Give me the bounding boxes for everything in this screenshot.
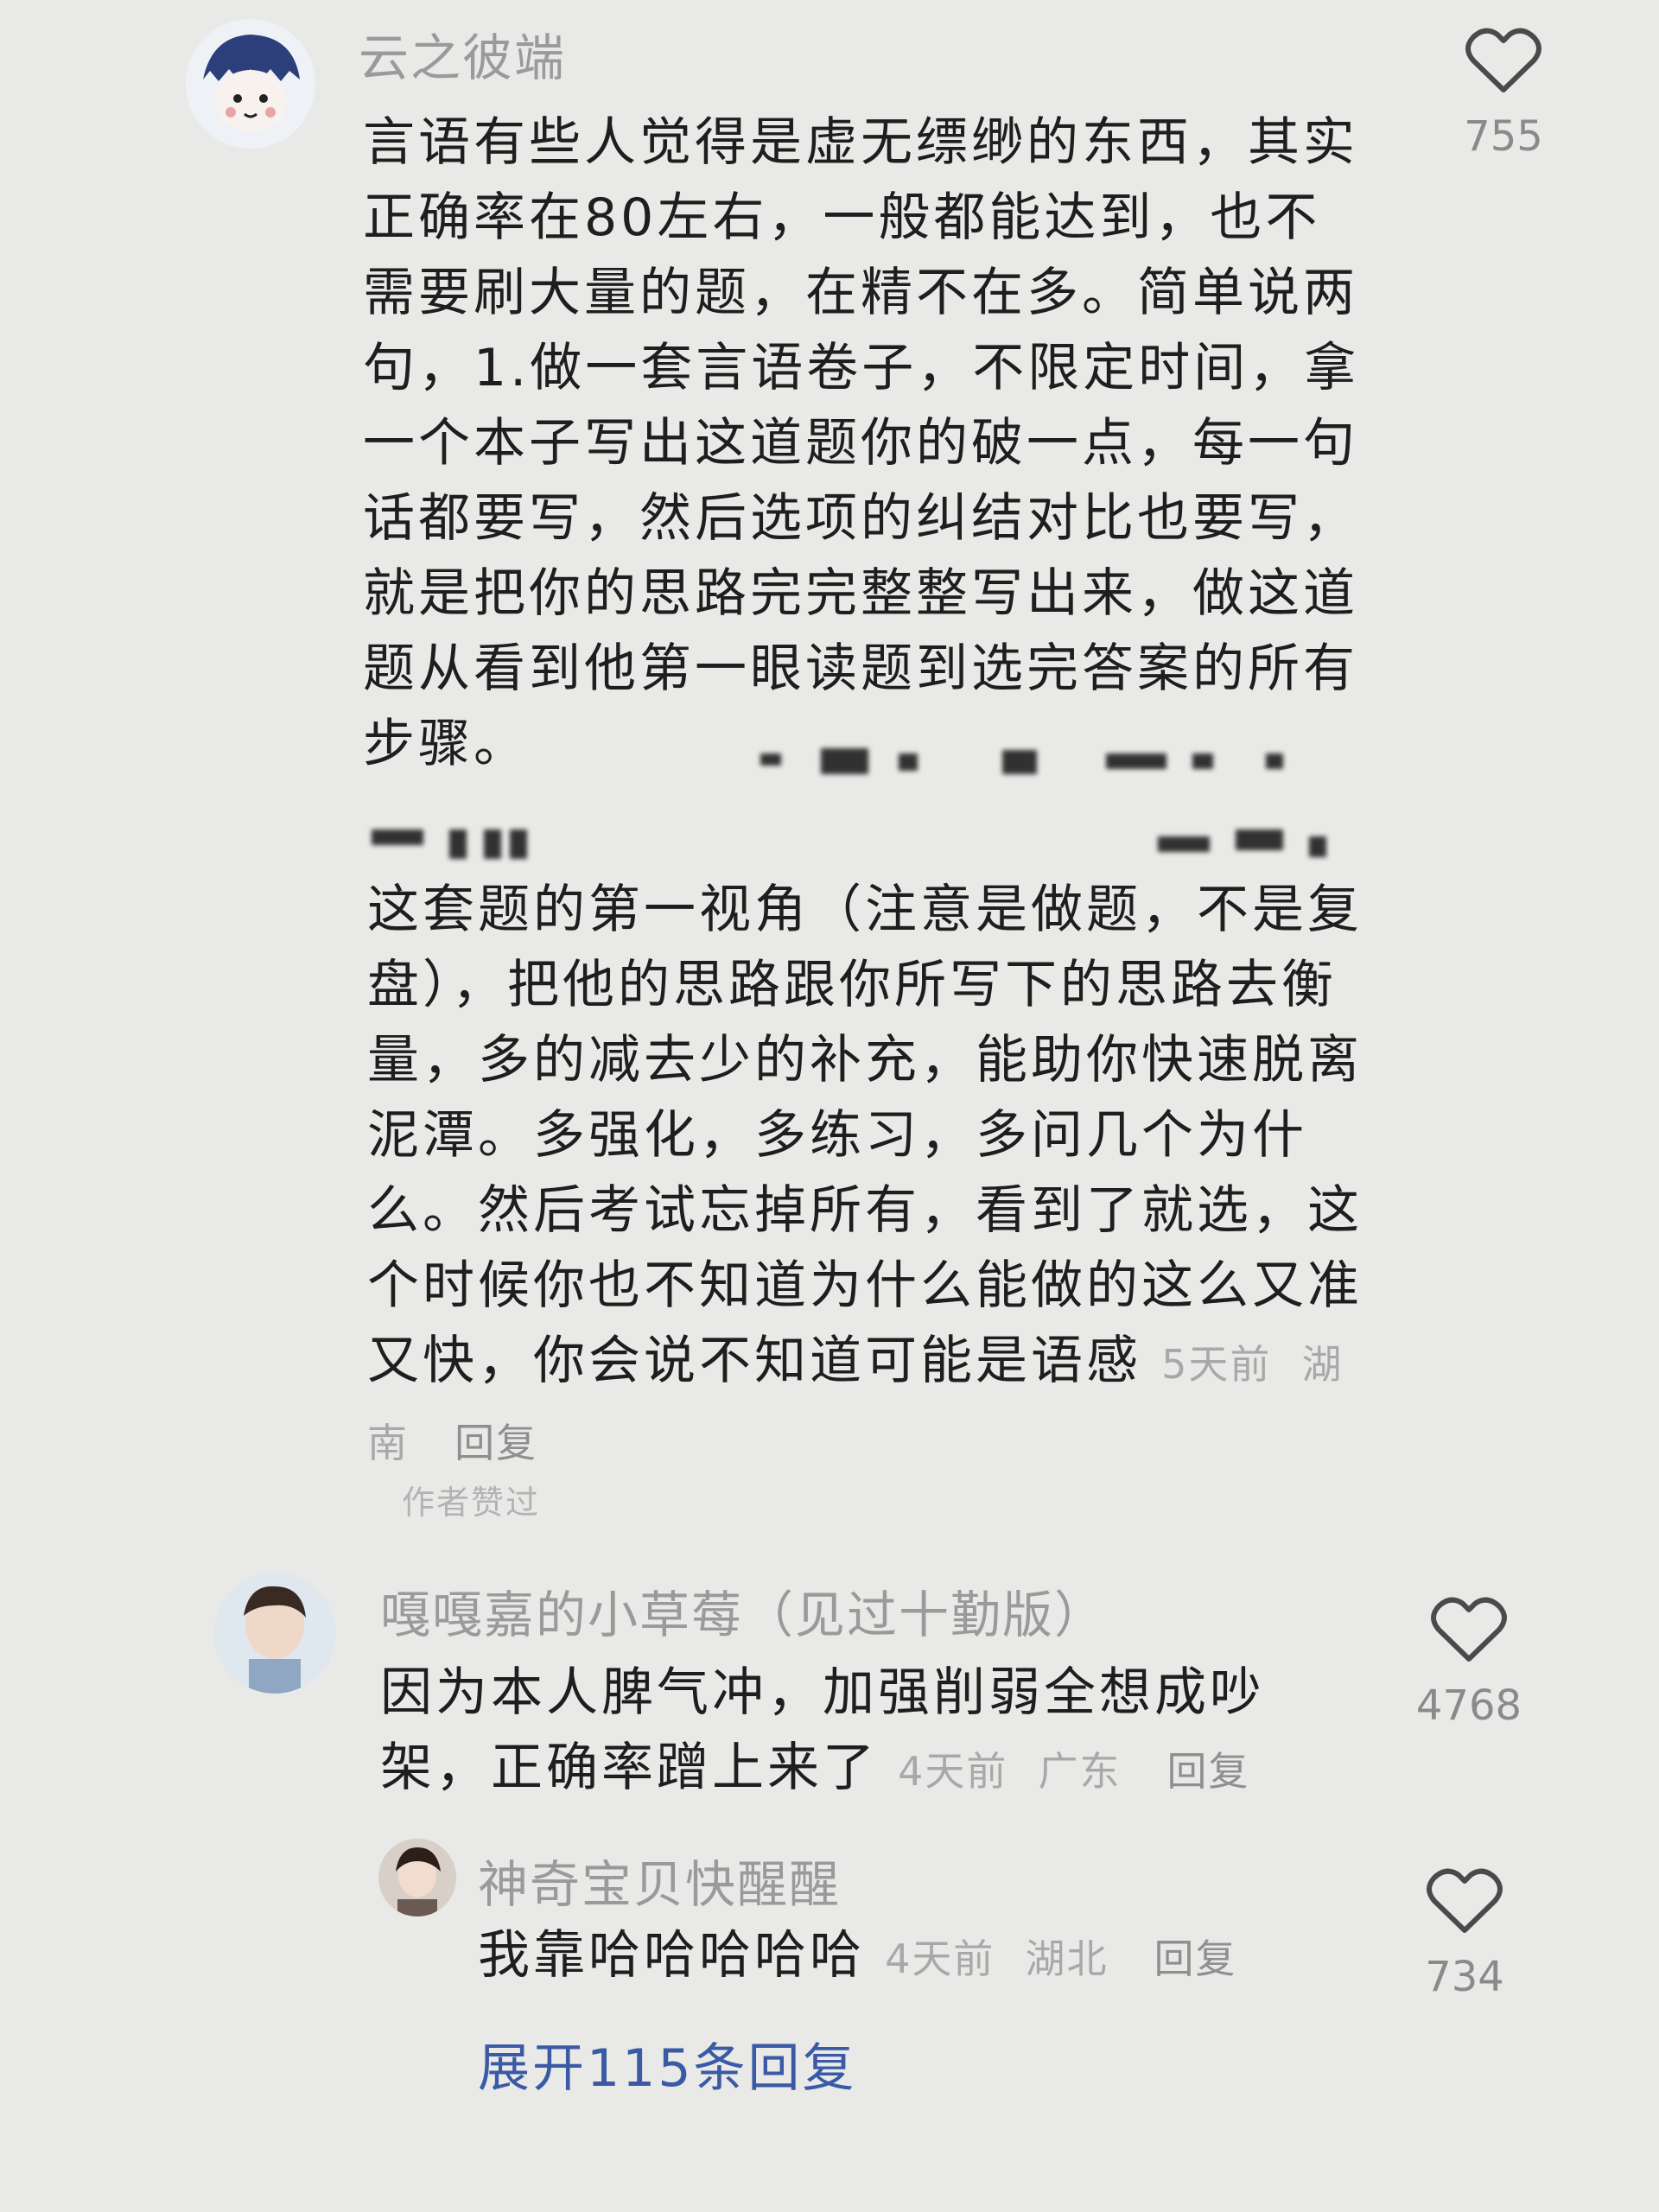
like-button[interactable]: 755 [1434, 26, 1573, 161]
redacted-region [1158, 836, 1210, 852]
redacted-region [1266, 753, 1283, 769]
comment-text: 因为本人脾气冲，加强削弱全想成吵架，正确率蹭上来了 4天前 广东 回复 [380, 1656, 1279, 1809]
comment-username[interactable]: 云之彼端 [359, 17, 566, 90]
avatar-cartoon-image [186, 19, 315, 149]
comment-text-body: 因为本人脾气冲，加强削弱全想成吵架，正确率蹭上来了 [380, 1662, 1265, 1798]
redacted-region [1236, 830, 1283, 850]
expand-replies-button[interactable]: 展开115条回复 [478, 2026, 857, 2101]
comment-text-continued: 这套题的第一视角（注意是做题，不是复盘），把他的思路跟你所写下的思路去衡量，多的… [367, 873, 1370, 1481]
reply-button[interactable]: 回复 [454, 1420, 537, 1466]
redacted-region [899, 753, 918, 771]
redacted-region [760, 753, 781, 766]
avatar-photo-image [378, 1839, 456, 1916]
comment-text: 言语有些人觉得是虚无缥缈的东西，其实正确率在80左右，一般都能达到，也不需要刷大… [363, 105, 1365, 782]
avatar[interactable] [378, 1839, 456, 1916]
redacted-region [484, 830, 501, 859]
redacted-region [510, 830, 527, 859]
heart-outline-icon [1465, 28, 1541, 92]
comment-text-body: 我靠哈哈哈哈哈 [478, 1925, 865, 1986]
comment-location: 广东 [1038, 1748, 1122, 1795]
redacted-region [1309, 836, 1326, 857]
comment-time: 5天前 [1161, 1341, 1272, 1388]
comment-time: 4天前 [885, 1936, 995, 1982]
reply-button[interactable]: 回复 [1167, 1748, 1250, 1795]
reply-button[interactable]: 回复 [1154, 1936, 1237, 1982]
like-count: 4768 [1415, 1681, 1522, 1730]
author-liked-badge: 作者赞过 [402, 1484, 541, 1522]
avatar[interactable] [186, 19, 315, 149]
comment-text-part1: 言语有些人觉得是虚无缥缈的东西，其实正确率在80左右，一般都能达到，也不需要刷大… [363, 112, 1360, 774]
comment-time: 4天前 [898, 1748, 1008, 1795]
comment-text: 我靠哈哈哈哈哈 4天前 湖北 回复 [478, 1918, 1307, 1997]
redacted-region [1002, 750, 1037, 774]
redacted-region [1106, 753, 1166, 769]
redacted-region [449, 830, 467, 859]
comment-username[interactable]: 神奇宝贝快醒醒 [478, 1844, 841, 1916]
heart-outline-icon [1427, 1868, 1503, 1933]
comment-text-part2: 这套题的第一视角（注意是做题，不是复盘），把他的思路跟你所写下的思路去衡量，多的… [367, 880, 1363, 1391]
redacted-region [372, 830, 423, 845]
avatar[interactable] [214, 1573, 335, 1694]
redacted-region [1192, 753, 1213, 769]
redacted-region [821, 748, 868, 774]
like-button[interactable]: 734 [1395, 1866, 1534, 2001]
comment-location: 湖北 [1025, 1936, 1109, 1982]
like-count: 734 [1425, 1953, 1504, 2001]
like-count: 755 [1464, 112, 1543, 161]
comment-username[interactable]: 嘎嘎嘉的小草莓（见过十勤版） [380, 1574, 1106, 1647]
heart-outline-icon [1431, 1597, 1507, 1662]
like-button[interactable]: 4768 [1400, 1595, 1538, 1730]
avatar-photo-image [214, 1573, 335, 1694]
